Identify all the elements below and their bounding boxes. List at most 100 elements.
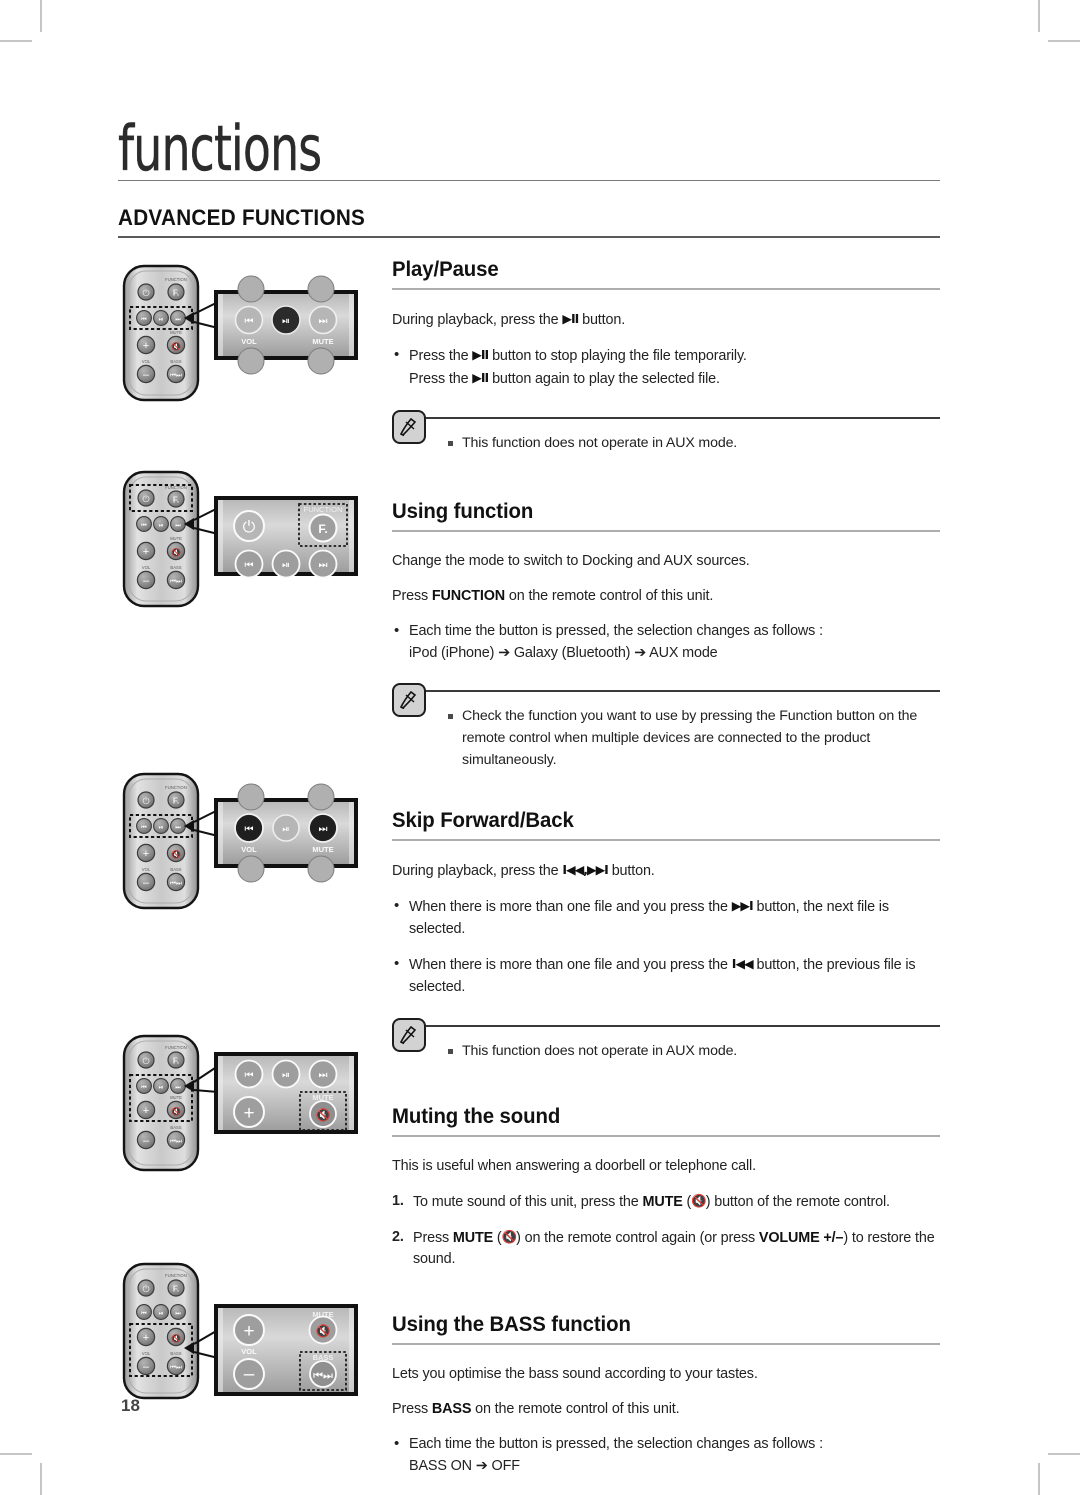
intro-post: button. [607,863,655,880]
heading-rule [392,1134,940,1137]
svg-text:VOL: VOL [142,359,151,364]
using-function-para2: Press FUNCTION on the remote control of … [392,586,940,608]
svg-text:BASS: BASS [170,1351,181,1356]
callout-panel-function: ⏻ FUNCTION F. ⏮ ⏯ ⏭ [214,496,358,579]
manual-page: functions ADVANCED FUNCTIONS ⏻ FUNCTION … [0,0,1080,1495]
note-box-skip: This function does not operate in AUX mo… [392,1017,940,1069]
svg-text:⏮: ⏮ [141,1084,147,1091]
svg-text:⏭: ⏭ [175,1084,181,1091]
svg-text:🔇: 🔇 [316,1108,331,1122]
svg-text:⏻: ⏻ [142,288,149,299]
svg-text:BASS: BASS [170,359,181,364]
svg-text:⏭: ⏭ [319,1070,328,1081]
section-skip-forward-back: Skip Forward/Back During playback, press… [392,809,940,1069]
note-line: Check the function you want to use by pr… [448,706,940,771]
figure-column: ⏻ FUNCTION F. ⏮ ⏯ ⏭ + MUTE 🔇 VOL – BASS … [118,262,378,1402]
svg-text:F.: F. [173,797,179,806]
crop-mark-bottom-right-vertical [1038,1463,1040,1495]
svg-text:MUTE: MUTE [170,1095,182,1100]
play-pause-bullet: Press the ▶II button to stop playing the… [392,344,940,391]
step1-pre: To mute sound of this unit, press the [413,1193,643,1210]
svg-text:⏮: ⏮ [141,316,147,323]
remote-body [122,772,200,910]
svg-text:FUNCTION: FUNCTION [165,1045,187,1050]
bullet-line2-pre: Press the [409,370,473,387]
svg-text:VOL: VOL [142,1351,151,1356]
figure-using-function: ⏻ FUNCTION F. ⏮ ⏯ ⏭ + MUTE 🔇 VOL – BASS … [118,468,364,608]
mute-intro: This is useful when answering a doorbell… [392,1157,756,1174]
svg-text:⏮: ⏮ [245,560,254,571]
heading-using-function: Using function [392,499,534,523]
svg-text:+: + [243,1321,254,1342]
svg-text:⏯: ⏯ [282,1070,290,1081]
heading-muting-the-sound: Muting the sound [392,1104,561,1128]
section-rule [118,236,940,238]
svg-text:VOL: VOL [241,1347,257,1356]
svg-text:MUTE: MUTE [312,337,333,346]
svg-text:⏭: ⏭ [175,824,181,831]
svg-text:⏯: ⏯ [282,825,289,835]
callout-panel-skip: ⏮ ⏯ ⏭ VOL MUTE [214,783,358,883]
svg-text:MUTE: MUTE [170,330,182,335]
svg-text:+: + [143,848,149,860]
svg-text:🔇: 🔇 [171,547,181,557]
svg-text:⏯: ⏯ [282,560,290,571]
heading-play-pause: Play/Pause [392,258,499,281]
callout-panel-transport: ⏮ ⏯ ⏭ VOL MUTE [214,275,358,375]
play-pause-icon: ▶II [472,346,489,362]
figure-play-pause: ⏻ FUNCTION F. ⏮ ⏯ ⏭ + MUTE 🔇 VOL – BASS … [118,262,364,402]
svg-text:BASS: BASS [170,565,181,570]
step-number: 1. [392,1192,404,1209]
svg-text:⏭: ⏭ [175,1310,181,1317]
crop-mark-top-left-vertical [40,0,42,32]
svg-text:FUNCTION: FUNCTION [165,785,187,790]
svg-text:⏻: ⏻ [142,1056,149,1067]
remote-body [122,470,200,608]
svg-text:⏯: ⏯ [159,1084,164,1091]
svg-text:⏭: ⏭ [319,560,328,571]
step2-mid: ( [493,1229,502,1246]
heading-skip-forward-back: Skip Forward/Back [392,809,574,833]
svg-text:⏮⏭: ⏮⏭ [170,577,182,585]
svg-text:⏻: ⏻ [142,1284,149,1295]
bullet-line2: iPod (iPhone) ➔ Galaxy (Bluetooth) ➔ AUX… [409,644,718,661]
heading-rule [392,529,940,532]
svg-text:⏮: ⏮ [245,316,254,327]
function-keyword: FUNCTION [431,587,506,604]
svg-text:VOL: VOL [142,867,151,872]
svg-text:–: – [143,877,150,889]
svg-text:⏭: ⏭ [319,316,328,327]
play-pause-intro: During playback, press the ▶II button. [392,309,940,332]
note-icon [392,409,426,444]
svg-text:FUNCTION: FUNCTION [165,1273,187,1278]
svg-text:–: – [143,1135,150,1147]
svg-text:F.: F. [173,496,179,505]
crop-mark-bottom-left-vertical [40,1463,42,1495]
svg-text:+: + [143,1332,149,1344]
svg-text:VOL: VOL [241,337,257,346]
crop-mark-bottom-left-horizontal [0,1453,32,1455]
content-column: Play/Pause During playback, press the ▶I… [392,258,940,1478]
svg-text:⏮⏭: ⏮⏭ [170,879,182,887]
svg-text:⏮: ⏮ [141,522,147,529]
svg-text:⏻: ⏻ [142,494,149,505]
mute-icon: 🔇 [691,1192,707,1208]
svg-text:–: – [143,1361,150,1373]
svg-text:BASS: BASS [170,867,181,872]
bullet-line1: Each time the button is pressed, the sel… [409,622,823,639]
section-muting-the-sound: Muting the sound This is useful when ans… [392,1105,940,1272]
svg-text:⏮⏭: ⏮⏭ [170,1363,182,1371]
bass-para2: Press BASS on the remote control of this… [392,1399,940,1421]
note-box-play-pause: This function does not operate in AUX mo… [392,409,940,461]
svg-text:🔇: 🔇 [171,1333,181,1343]
svg-text:+: + [143,546,149,558]
svg-text:BASS: BASS [170,1125,181,1130]
skip-forward-icon: ▶▶I [731,898,754,914]
mute-keyword: MUTE [642,1193,683,1210]
mute-keyword: MUTE [452,1229,494,1246]
note-icon [392,1017,426,1052]
svg-text:⏮: ⏮ [245,1070,254,1081]
svg-text:⏭: ⏭ [319,824,328,835]
svg-text:VOL: VOL [142,565,151,570]
svg-text:F.: F. [318,522,327,536]
